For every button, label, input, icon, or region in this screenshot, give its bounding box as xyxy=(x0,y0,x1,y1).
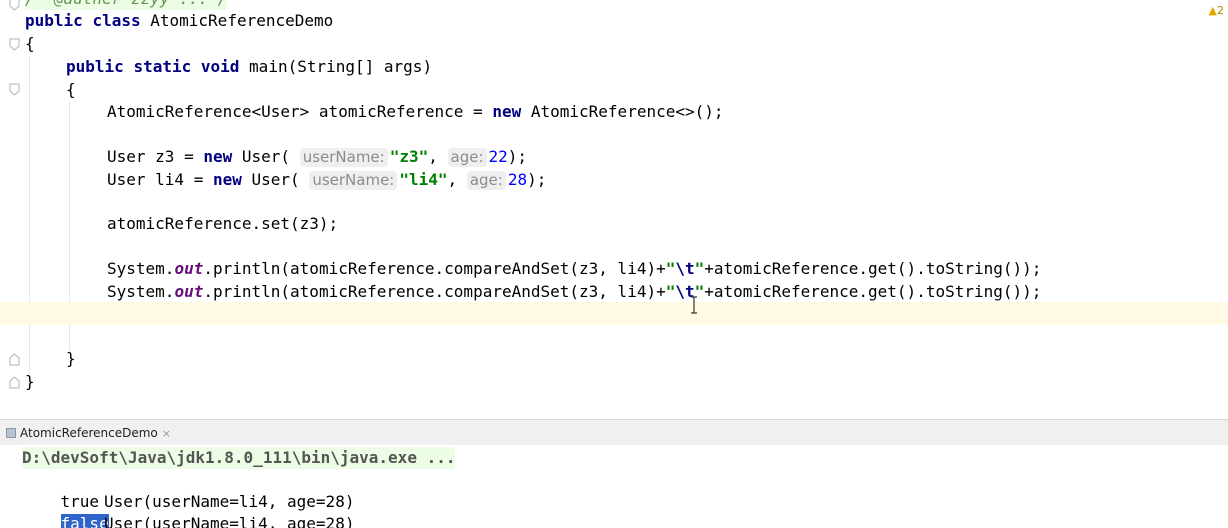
run-tool-window-tabs: AtomicReferenceDemo × xyxy=(0,419,1228,445)
current-line-highlight xyxy=(0,302,1228,325)
fold-end-marker-icon[interactable] xyxy=(9,376,20,389)
user-z3-declaration: User z3 = new User( userName: "z3", age: 2… xyxy=(107,147,528,167)
console-icon xyxy=(6,428,16,438)
fold-marker-icon[interactable] xyxy=(9,83,20,96)
warning-icon: ▲ xyxy=(1208,4,1217,17)
text-cursor-icon xyxy=(691,296,697,314)
class-open-brace: { xyxy=(25,34,35,53)
fold-marker-icon[interactable] xyxy=(9,0,20,11)
output-value: User(userName=li4, age=28) xyxy=(104,492,355,511)
set-call-line: atomicReference.set(z3); xyxy=(107,214,339,233)
run-tab-atomic-reference-demo[interactable]: AtomicReferenceDemo × xyxy=(0,420,177,446)
main-open-brace: { xyxy=(66,80,76,99)
parameter-hint: userName: xyxy=(309,171,398,190)
parameter-hint: userName: xyxy=(299,148,388,167)
main-method-declaration: public static void main(String[] args) xyxy=(66,57,433,76)
println-line-2: System.out.println(atomicReference.compa… xyxy=(107,282,1042,301)
parameter-hint: age: xyxy=(466,171,506,190)
console-output-line: true User(userName=li4, age=28) xyxy=(22,469,355,511)
parameter-hint: age: xyxy=(447,148,487,167)
doc-comment-line: / @auther zzyy ... / xyxy=(25,0,228,10)
output-value: User(userName=li4, age=28) xyxy=(104,514,355,528)
fold-marker-icon[interactable] xyxy=(9,38,20,51)
class-close-brace: } xyxy=(25,372,35,391)
class-declaration-line: public class AtomicReferenceDemo xyxy=(25,11,334,30)
indent-guide xyxy=(29,56,30,374)
atomic-reference-declaration: AtomicReference<User> atomicReference = … xyxy=(107,102,724,121)
output-result-selected: false xyxy=(60,514,109,528)
run-console[interactable]: D:\devSoft\Java\jdk1.8.0_111\bin\java.ex… xyxy=(0,445,1228,528)
main-close-brace: } xyxy=(66,349,76,368)
console-command-line: D:\devSoft\Java\jdk1.8.0_111\bin\java.ex… xyxy=(22,447,456,469)
code-editor[interactable]: / @auther zzyy ... / public class Atomic… xyxy=(0,0,1228,418)
fold-end-marker-icon[interactable] xyxy=(9,353,20,366)
inspection-warning-badge[interactable]: ▲2 xyxy=(1209,4,1224,17)
close-icon[interactable]: × xyxy=(162,427,171,440)
console-output-line: false User(userName=li4, age=28) xyxy=(22,491,354,528)
user-li4-declaration: User li4 = new User( userName: "li4", age… xyxy=(107,170,547,190)
println-line-1: System.out.println(atomicReference.compa… xyxy=(107,259,1042,278)
